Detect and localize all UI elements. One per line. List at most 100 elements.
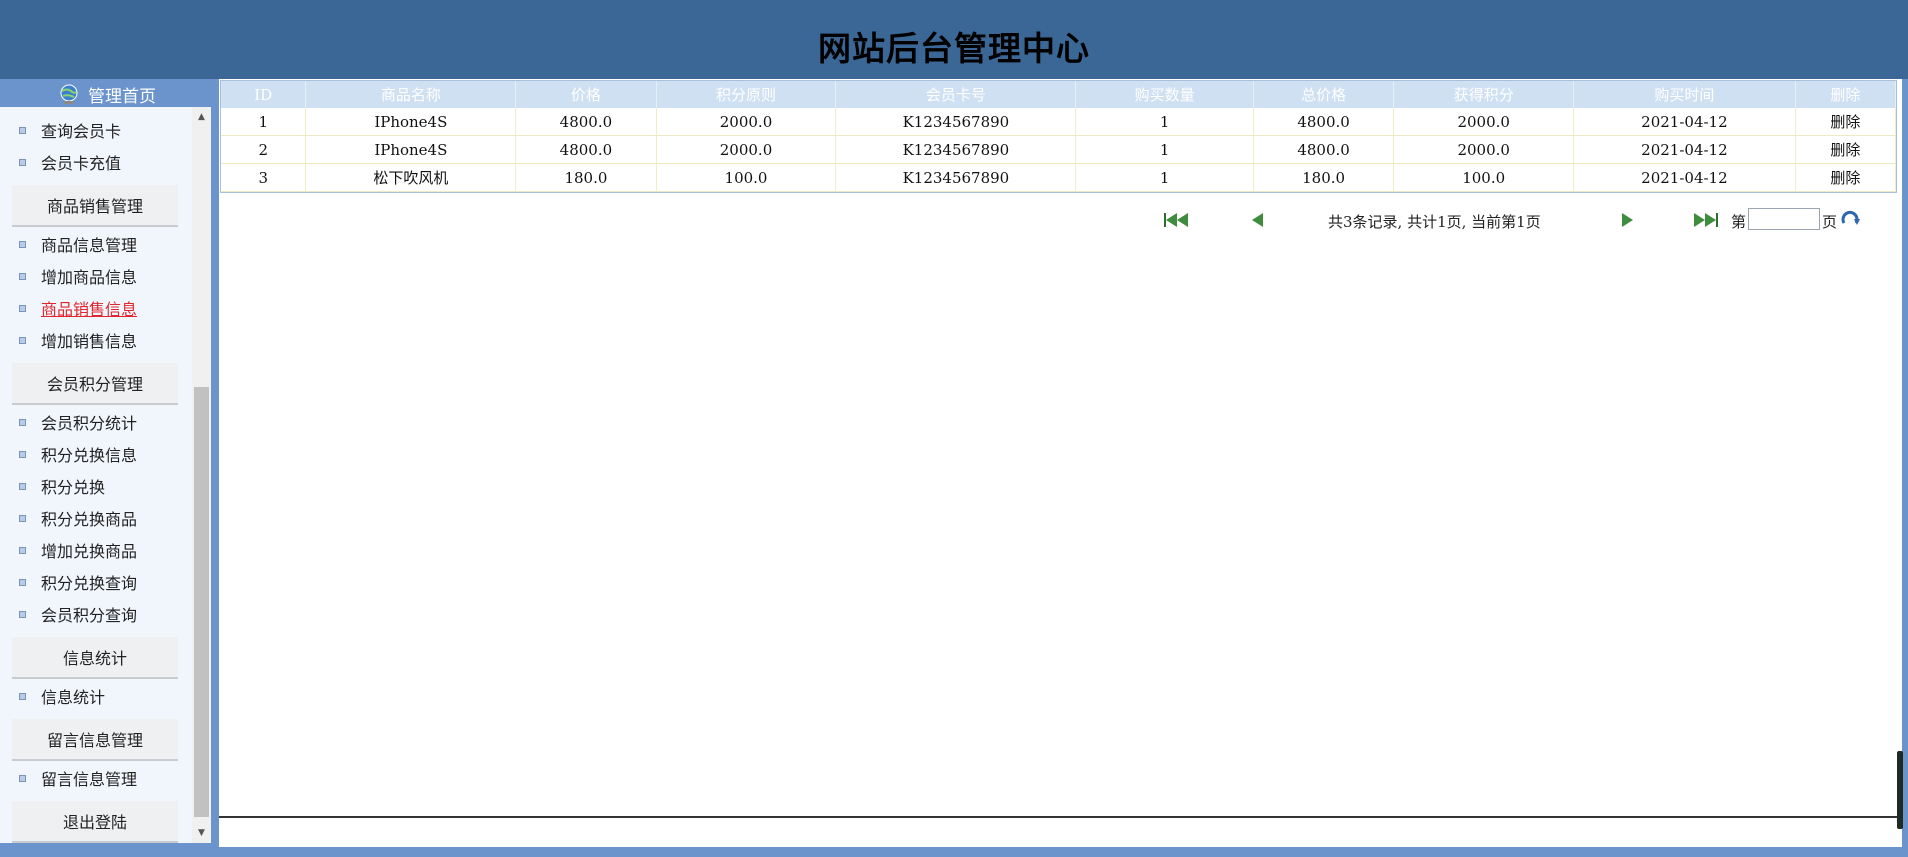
table-header-row: ID 商品名称 价格 积分原则 会员卡号 购买数量 总价格 获得积分 购买时间 删除	[221, 81, 1897, 108]
pagination: 共3条记录, 共计1页, 当前第1页 第 页	[219, 205, 1902, 235]
last-page-icon[interactable]	[1694, 212, 1718, 228]
table-cell: 松下吹风机	[305, 163, 517, 192]
page-title: 网站后台管理中心	[818, 29, 1090, 68]
sidebar-menu-item[interactable]: 会员积分查询	[0, 600, 190, 628]
page-number-input[interactable]	[1748, 208, 1820, 230]
table-cell: 1	[1075, 135, 1254, 164]
sidebar-menu-item[interactable]: 积分兑换	[0, 472, 190, 500]
scroll-thumb[interactable]	[194, 387, 209, 817]
table-cell: 2021-04-12	[1573, 108, 1796, 136]
table-cell: 100.0	[1393, 163, 1575, 192]
table-row: 3 松下吹风机 180.0 100.0 K1234567890 1 180.0 100.0 20…	[221, 163, 1897, 192]
sidebar-menu-item[interactable]: 留言信息管理	[0, 764, 190, 792]
sidebar-menu-item[interactable]: 积分兑换查询	[0, 568, 190, 596]
home-link-label: 管理首页	[88, 86, 156, 107]
column-header: ID	[221, 81, 307, 108]
column-header: 会员卡号	[835, 81, 1077, 108]
bullet-icon	[19, 514, 26, 522]
delete-link[interactable]: 删除	[1795, 163, 1897, 192]
sidebar-menu-item-label: 增加兑换商品	[41, 542, 138, 561]
sidebar-menu-item[interactable]: 商品信息管理	[0, 230, 190, 258]
bullet-icon	[19, 774, 26, 782]
sidebar-menu-item-label: 会员卡充值	[41, 154, 122, 173]
table-cell: IPhone4S	[305, 108, 517, 136]
sidebar-menu-item[interactable]: 信息统计	[0, 682, 190, 710]
menu-section-header: 会员积分管理	[12, 363, 178, 405]
sidebar-menu-item[interactable]: 查询会员卡	[0, 116, 190, 144]
first-page-icon[interactable]	[1164, 212, 1188, 228]
sales-table: ID 商品名称 价格 积分原则 会员卡号 购买数量 总价格 获得积分 购买时间 删除 1 IPhon…	[220, 80, 1897, 193]
home-link[interactable]: 管理首页	[58, 82, 156, 107]
sidebar-menu-item-label: 会员积分统计	[41, 414, 138, 433]
sidebar-menu-item[interactable]: 商品销售信息	[0, 294, 190, 322]
table-cell: 100.0	[656, 163, 837, 192]
scroll-down-arrow-icon[interactable]: ▼	[192, 825, 211, 841]
bullet-icon	[19, 336, 26, 344]
globe-icon	[58, 83, 80, 105]
table-cell: IPhone4S	[305, 135, 517, 164]
column-header: 删除	[1795, 81, 1897, 108]
column-header: 总价格	[1253, 81, 1395, 108]
sidebar-menu-item[interactable]: 增加兑换商品	[0, 536, 190, 564]
sidebar-menu-item-label: 积分兑换信息	[41, 446, 138, 465]
table-cell: K1234567890	[835, 163, 1077, 192]
sidebar-menu-item-label: 查询会员卡	[41, 122, 122, 141]
table-cell: 4800.0	[1253, 108, 1395, 136]
bullet-icon	[19, 482, 26, 490]
table-cell: 2000.0	[656, 135, 837, 164]
sidebar-menu: 查询会员卡 会员卡充值 商品销售管理 商品信息管理 增加商品信息 商品销售信息 增加销售信息…	[0, 107, 192, 843]
sidebar-scrollbar[interactable]: ▲ ▼	[192, 107, 211, 843]
sidebar-menu-item[interactable]: 积分兑换信息	[0, 440, 190, 468]
sidebar-menu-item-label: 积分兑换查询	[41, 574, 138, 593]
table-cell: K1234567890	[835, 135, 1077, 164]
table-cell: 180.0	[515, 163, 657, 192]
table-cell: 2000.0	[656, 108, 837, 136]
table-cell: 2021-04-12	[1573, 135, 1796, 164]
sidebar-menu-item[interactable]: 增加商品信息	[0, 262, 190, 290]
table-cell: 2000.0	[1393, 108, 1575, 136]
menu-section-header: 留言信息管理	[12, 719, 178, 761]
table-cell: 4800.0	[1253, 135, 1395, 164]
bullet-icon	[19, 578, 26, 586]
table-cell: 3	[221, 163, 307, 192]
next-page-icon[interactable]	[1622, 212, 1633, 228]
table-cell: 1	[1075, 108, 1254, 136]
table-cell: 2000.0	[1393, 135, 1575, 164]
sidebar-menu-item-label: 会员积分查询	[41, 606, 138, 625]
content-divider	[219, 816, 1902, 818]
column-header: 购买数量	[1075, 81, 1254, 108]
bullet-icon	[19, 450, 26, 458]
sidebar-menu-item-label: 商品销售信息	[41, 300, 138, 319]
column-header: 购买时间	[1573, 81, 1796, 108]
column-header: 积分原则	[656, 81, 837, 108]
prev-page-icon[interactable]	[1252, 212, 1263, 228]
bullet-icon	[19, 126, 26, 134]
table-cell: 2021-04-12	[1573, 163, 1796, 192]
refresh-icon[interactable]	[1841, 209, 1863, 233]
sidebar-menu-item[interactable]: 会员积分统计	[0, 408, 190, 436]
sidebar-menu-item[interactable]: 会员卡充值	[0, 148, 190, 176]
scroll-up-arrow-icon[interactable]: ▲	[192, 109, 211, 125]
floating-widget[interactable]	[1897, 751, 1903, 829]
table-cell: 2	[221, 135, 307, 164]
logout-button[interactable]: 退出登陆	[12, 801, 178, 843]
sidebar-menu-item[interactable]: 增加销售信息	[0, 326, 190, 354]
table-cell: K1234567890	[835, 108, 1077, 136]
sidebar-menu-item-label: 积分兑换	[41, 478, 106, 497]
column-header: 获得积分	[1393, 81, 1575, 108]
bullet-icon	[19, 546, 26, 554]
bottom-frame	[0, 847, 1908, 857]
sidebar-menu-item-label: 增加销售信息	[41, 332, 138, 351]
sidebar-menu-item[interactable]: 积分兑换商品	[0, 504, 190, 532]
table-cell: 1	[221, 108, 307, 136]
table-cell: 4800.0	[515, 108, 657, 136]
sidebar-menu-item-label: 增加商品信息	[41, 268, 138, 287]
delete-link[interactable]: 删除	[1795, 108, 1897, 136]
right-frame	[1902, 79, 1908, 857]
bullet-icon	[19, 692, 26, 700]
column-header: 价格	[515, 81, 657, 108]
main-content: ID 商品名称 价格 积分原则 会员卡号 购买数量 总价格 获得积分 购买时间 删除 1 IPhon…	[219, 79, 1902, 847]
sidebar-menu-item-label: 商品信息管理	[41, 236, 138, 255]
table-cell: 180.0	[1253, 163, 1395, 192]
delete-link[interactable]: 删除	[1795, 135, 1897, 164]
